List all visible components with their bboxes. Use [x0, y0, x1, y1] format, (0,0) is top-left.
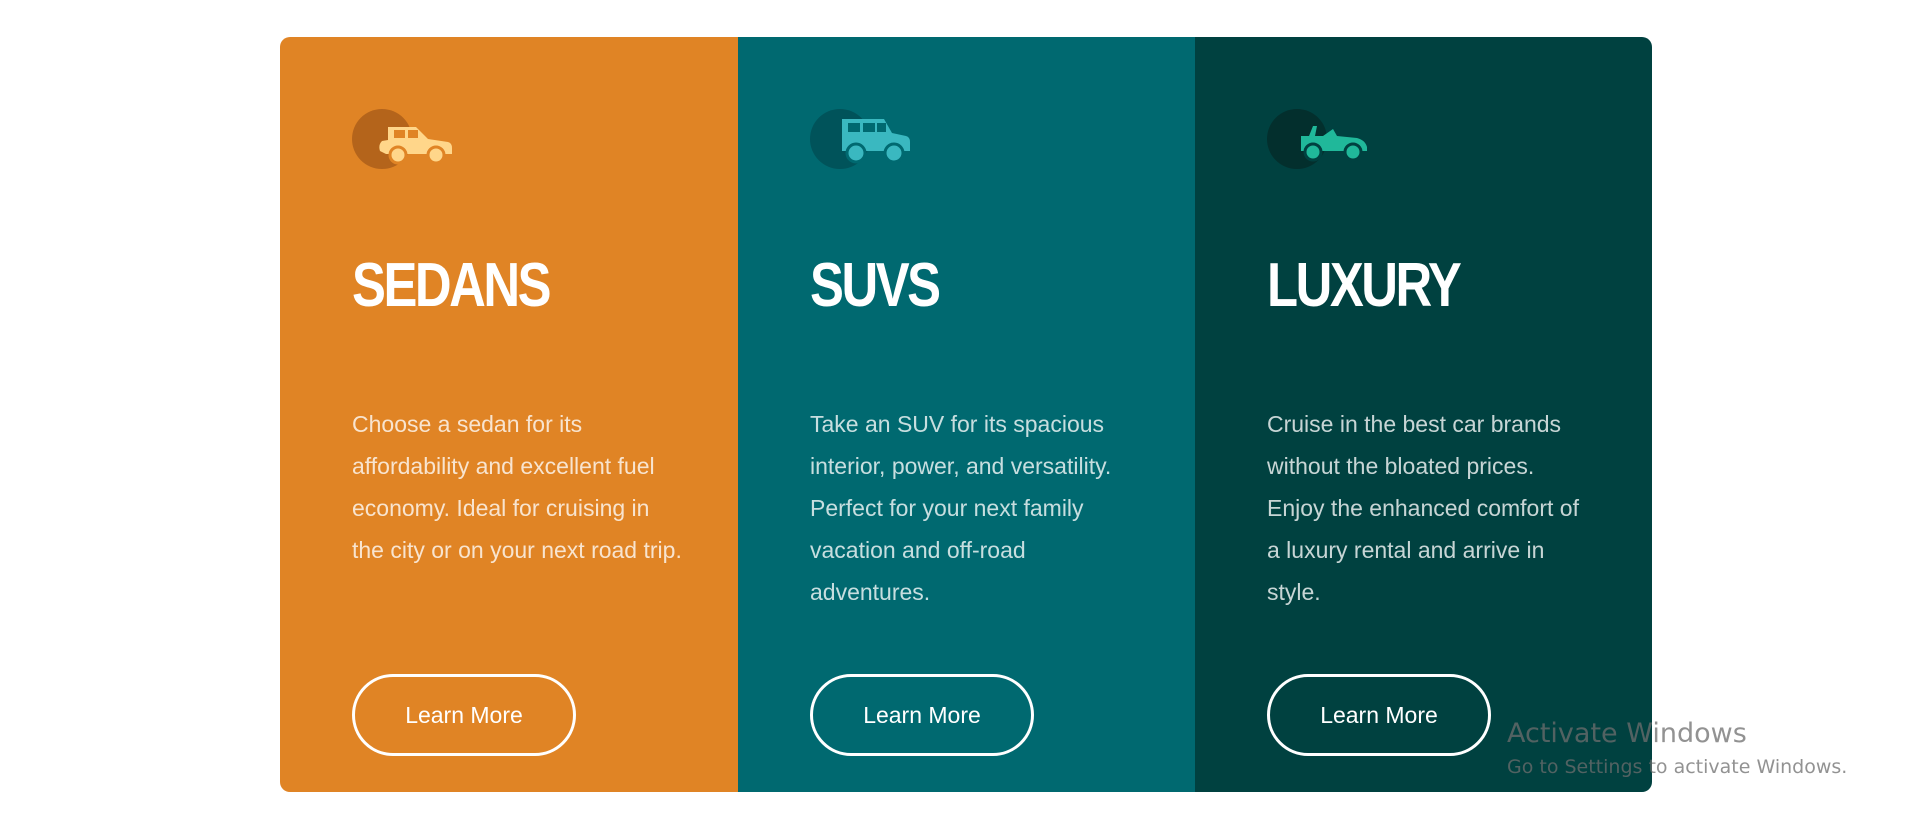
card-description: Take an SUV for its spacious interior, p…: [810, 411, 1112, 605]
convertible-car-icon: [1267, 109, 1377, 169]
card-description: Choose a sedan for its affordability and…: [352, 411, 682, 563]
card-luxury: LUXURY Cruise in the best car brands wit…: [1195, 37, 1652, 792]
suv-car-icon: [810, 109, 920, 169]
card-suvs: SUVS Take an SUV for its spacious interi…: [738, 37, 1195, 792]
learn-more-button[interactable]: Learn More: [810, 674, 1034, 756]
card-sedans: SEDANS Choose a sedan for its affordabil…: [280, 37, 738, 792]
sedan-car-icon: [352, 109, 462, 169]
learn-more-button[interactable]: Learn More: [1267, 674, 1491, 756]
activate-windows-watermark: Activate Windows Go to Settings to activ…: [1507, 716, 1847, 782]
watermark-subtitle: Go to Settings to activate Windows.: [1507, 756, 1848, 778]
card-title: LUXURY: [1267, 251, 1462, 320]
car-category-cards: SEDANS Choose a sedan for its affordabil…: [280, 37, 1652, 792]
watermark-title: Activate Windows: [1507, 718, 1747, 749]
card-title: SEDANS: [352, 251, 552, 320]
learn-more-button[interactable]: Learn More: [352, 674, 576, 756]
card-description: Cruise in the best car brands without th…: [1267, 411, 1579, 605]
card-title: SUVS: [810, 251, 941, 320]
